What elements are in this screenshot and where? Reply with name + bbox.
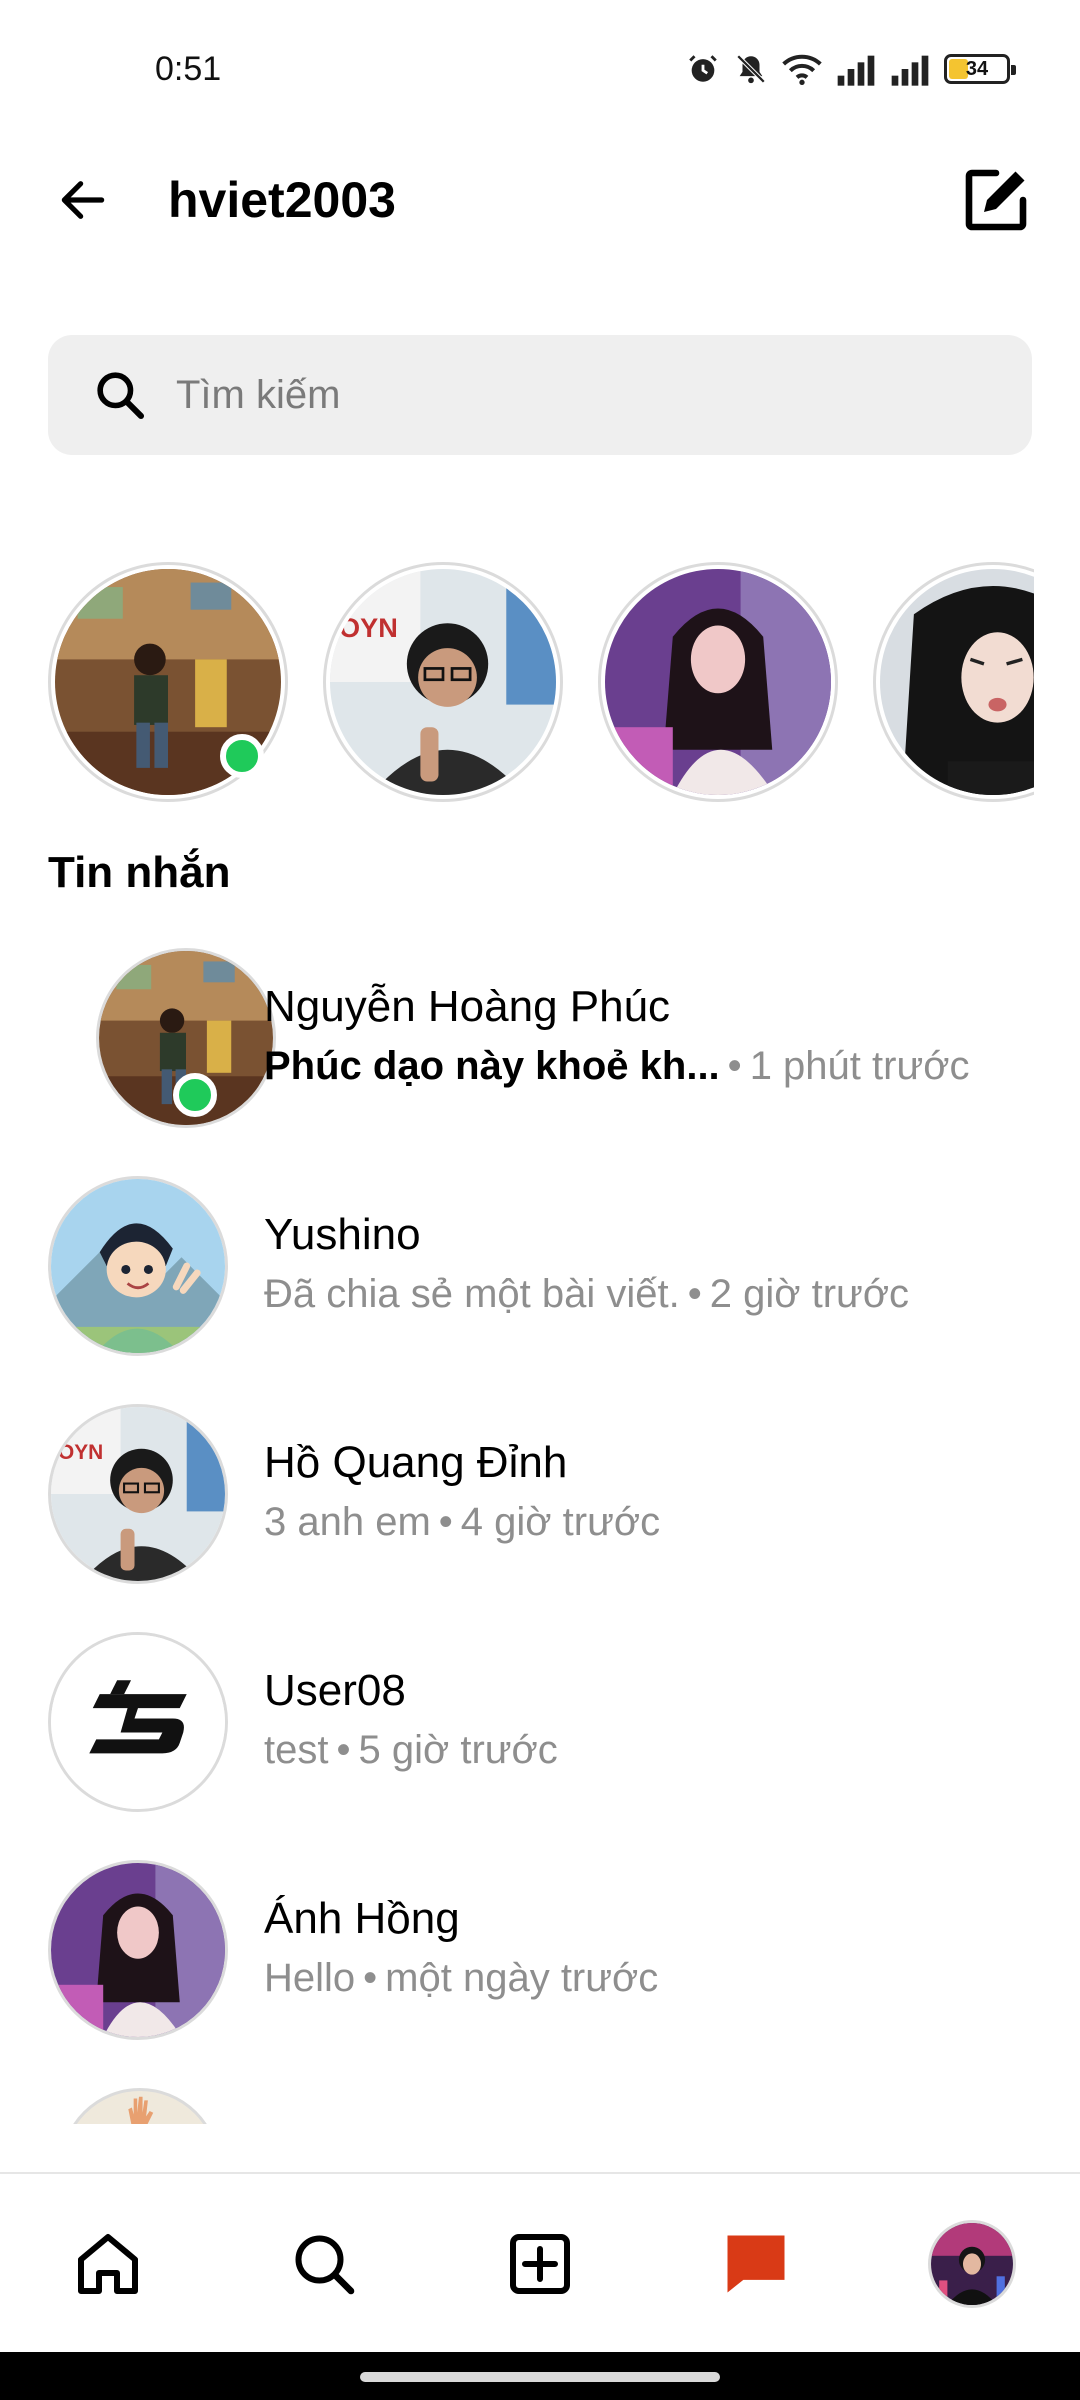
signal-icon-2 xyxy=(891,55,929,86)
battery-level: 34 xyxy=(965,57,989,80)
conversation-row[interactable]: Nguyễn Hoàng Phúc Phúc dạo này khoẻ kh..… xyxy=(0,948,1080,1148)
avatar xyxy=(60,2088,220,2124)
add-post-icon xyxy=(510,2234,570,2294)
partial-conversation-avatar[interactable] xyxy=(60,2088,220,2124)
avatar xyxy=(48,1632,228,1812)
conversation-name: Yushino xyxy=(264,1210,421,1259)
svg-text:OYN: OYN xyxy=(339,612,398,643)
avatar-wrapper xyxy=(48,948,276,1128)
nav-search[interactable] xyxy=(264,2174,384,2354)
search-icon xyxy=(295,2235,355,2295)
conversation-name: User08 xyxy=(264,1666,406,1715)
page-title[interactable]: hviet2003 xyxy=(168,168,396,232)
timestamp: 4 giờ trước xyxy=(460,1500,661,1544)
conversation-preview: 3 anh em • 4 giờ trước xyxy=(264,1500,660,1545)
story-photo xyxy=(605,569,831,795)
story-ring: OYN xyxy=(323,562,563,802)
conversation-preview: Hello • một ngày trước xyxy=(264,1956,658,2001)
conversation-name: Ánh Hồng xyxy=(264,1894,460,1943)
battery-icon: 34 xyxy=(944,54,1016,84)
messages-section-title: Tin nhắn xyxy=(48,848,231,897)
preview-text: 3 anh em xyxy=(264,1500,431,1544)
conversation-preview: Phúc dạo này khoẻ kh... • 1 phút trước xyxy=(264,1044,969,1089)
separator: • xyxy=(687,1272,702,1316)
user08-logo-icon xyxy=(51,1635,225,1809)
conversation-row[interactable]: User08 test • 5 giờ trước xyxy=(0,1632,1080,1832)
conversation-row[interactable]: OYN Hồ Quang Đỉnh 3 anh em • 4 giờ trước xyxy=(0,1404,1080,1604)
svg-text:OYN: OYN xyxy=(58,1441,103,1464)
preview-text: Hello xyxy=(264,1956,356,2000)
nav-home[interactable] xyxy=(48,2174,168,2354)
avatar xyxy=(48,1860,228,2040)
conversation-row[interactable]: Yushino Đã chia sẻ một bài viết. • 2 giờ t… xyxy=(0,1176,1080,1376)
story-avatar[interactable]: OYN xyxy=(323,562,563,802)
home-icon xyxy=(78,2234,138,2294)
system-navigation-bar xyxy=(0,2352,1080,2400)
alarm-icon xyxy=(689,55,717,82)
conversation-name: Nguyễn Hoàng Phúc xyxy=(264,982,671,1031)
profile-avatar xyxy=(928,2220,1016,2308)
story-avatar[interactable] xyxy=(873,562,1034,802)
separator: • xyxy=(363,1956,378,2000)
header: hviet2003 xyxy=(0,150,1080,250)
story-photo xyxy=(880,569,1034,795)
back-arrow-icon xyxy=(61,181,105,219)
status-icons: 34 xyxy=(686,52,1016,86)
nav-messages[interactable] xyxy=(696,2174,816,2354)
story-avatar[interactable] xyxy=(48,562,288,802)
preview-text: Phúc dạo này khoẻ kh... xyxy=(264,1044,720,1088)
separator: • xyxy=(336,1728,351,1772)
mute-bell-icon xyxy=(736,54,766,84)
conversation-preview: Đã chia sẻ một bài viết. • 2 giờ trước xyxy=(264,1272,909,1317)
search-bar[interactable] xyxy=(48,335,1032,455)
search-icon xyxy=(88,363,152,427)
battery-cap xyxy=(1011,65,1016,75)
status-time: 0:51 xyxy=(155,50,222,88)
conversation-row[interactable]: Ánh Hồng Hello • một ngày trước xyxy=(0,1860,1080,2060)
back-button[interactable] xyxy=(48,168,118,232)
waving-hand-icon xyxy=(128,2096,154,2124)
home-indicator[interactable] xyxy=(360,2372,720,2382)
conversation-preview: test • 5 giờ trước xyxy=(264,1728,558,1773)
bottom-navigation xyxy=(0,2172,1080,2352)
timestamp: 2 giờ trước xyxy=(709,1272,910,1316)
wifi-icon xyxy=(782,54,822,85)
online-indicator xyxy=(173,1073,217,1117)
timestamp: một ngày trước xyxy=(385,1956,659,2000)
messages-icon xyxy=(727,2235,785,2293)
preview-text: test xyxy=(264,1728,329,1772)
nav-profile[interactable] xyxy=(912,2174,1032,2354)
avatar: OYN xyxy=(48,1404,228,1584)
conversation-name: Hồ Quang Đỉnh xyxy=(264,1438,568,1487)
compose-icon xyxy=(965,169,1027,231)
online-indicator xyxy=(220,734,264,778)
compose-button[interactable] xyxy=(956,160,1036,240)
story-photo: OYN xyxy=(330,569,556,795)
story-ring xyxy=(873,562,1034,802)
avatar xyxy=(48,1176,228,1356)
story-ring xyxy=(598,562,838,802)
stories-row: OYN xyxy=(48,562,1034,804)
timestamp: 1 phút trước xyxy=(749,1044,970,1088)
preview-text: Đã chia sẻ một bài viết. xyxy=(264,1272,680,1316)
separator: • xyxy=(438,1500,453,1544)
story-avatar[interactable] xyxy=(598,562,838,802)
nav-create[interactable] xyxy=(480,2174,600,2354)
separator: • xyxy=(727,1044,742,1088)
timestamp: 5 giờ trước xyxy=(358,1728,558,1772)
search-input[interactable] xyxy=(176,372,976,418)
status-bar: 0:51 34 xyxy=(0,0,1080,140)
signal-icon xyxy=(837,55,875,86)
